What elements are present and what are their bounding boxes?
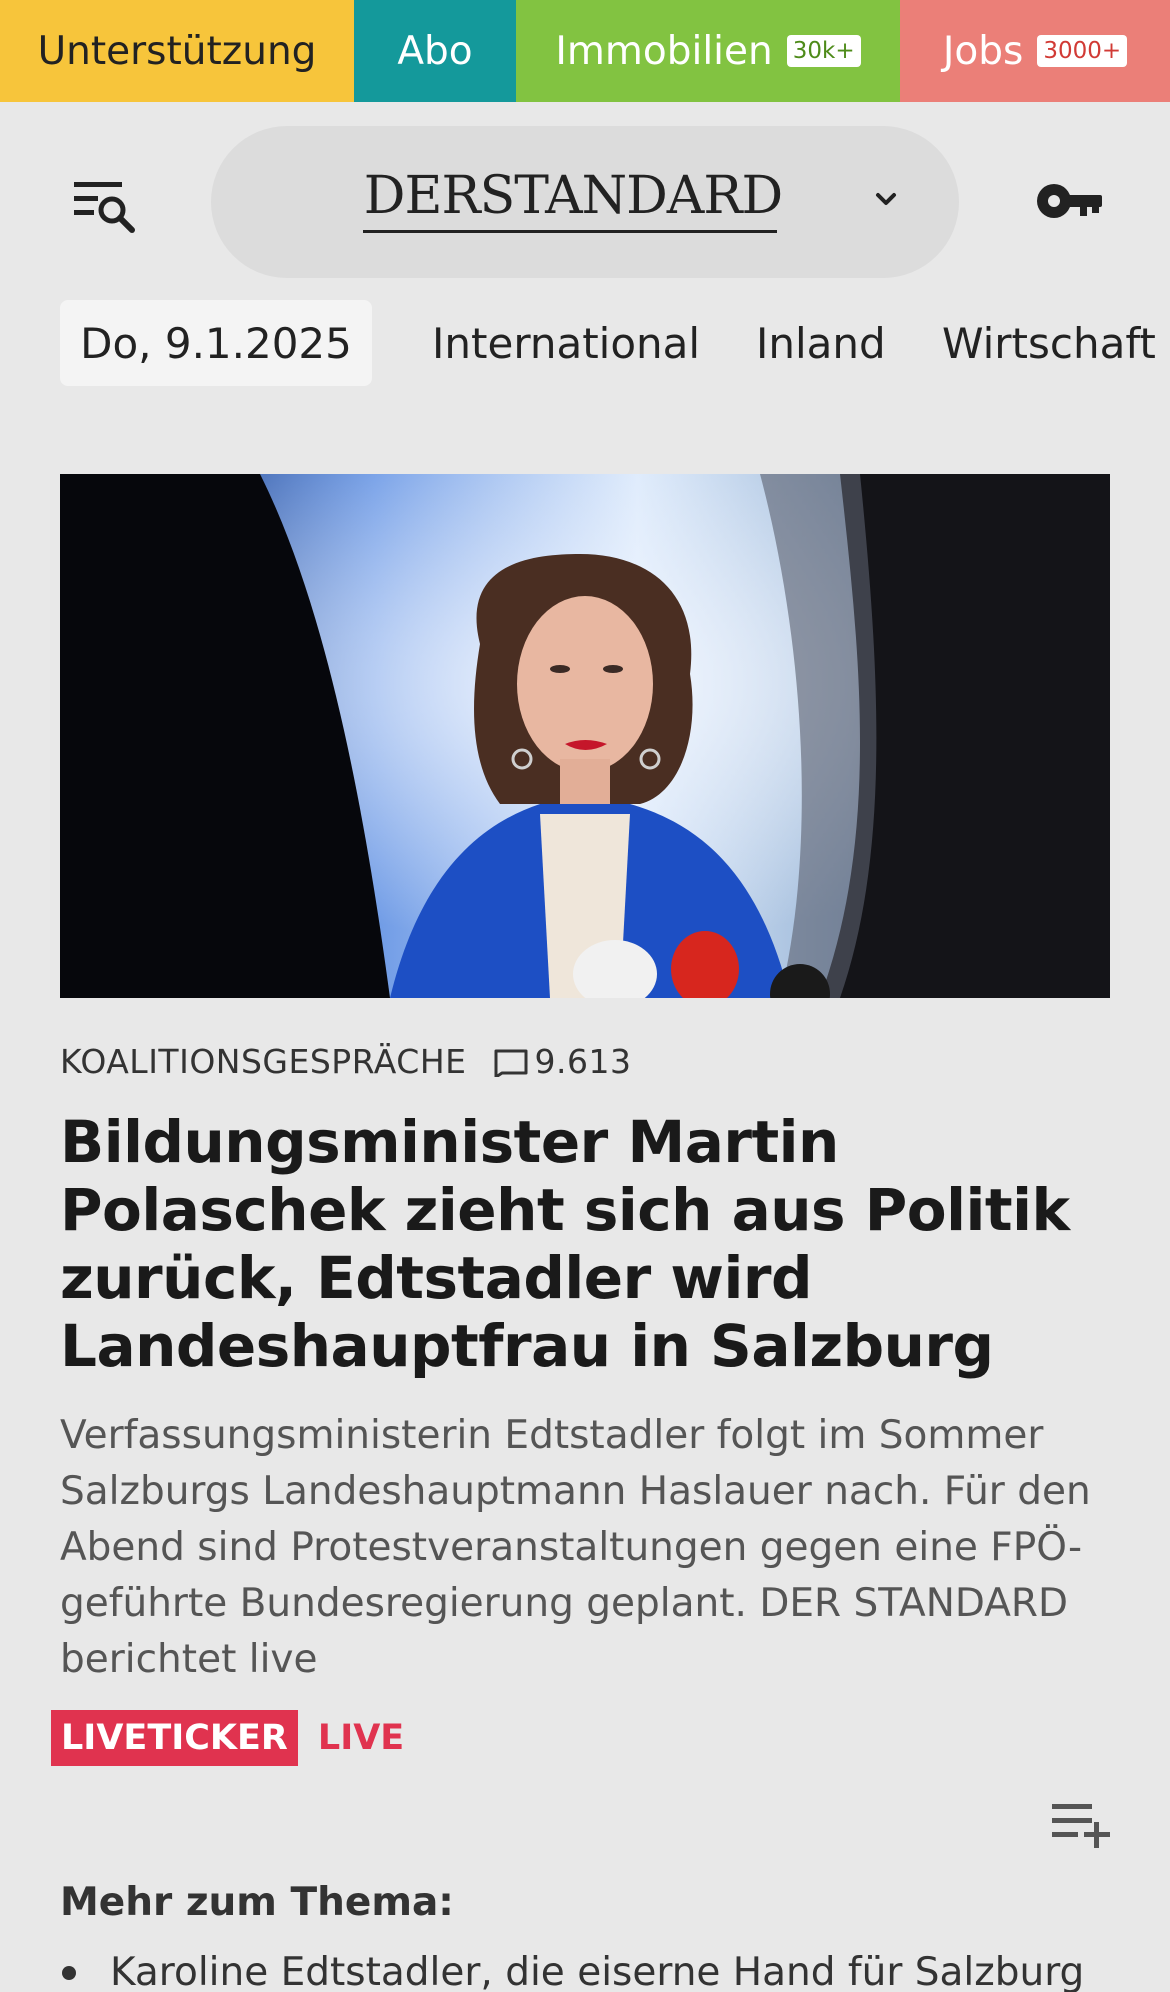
promo-support-label: Unterstützung	[37, 28, 317, 74]
article-photo	[60, 474, 1110, 998]
promo-immobilien-link[interactable]: Immobilien 30k+	[516, 0, 900, 102]
promo-immobilien-label: Immobilien	[555, 28, 773, 74]
article-headline[interactable]: Bildungsminister Martin Polaschek zieht …	[60, 1108, 1120, 1380]
chevron-down-icon	[876, 193, 896, 205]
add-to-list-button[interactable]	[1050, 1800, 1112, 1848]
article-image[interactable]	[60, 474, 1110, 998]
nav-inland[interactable]: Inland	[756, 300, 886, 386]
comment-count[interactable]: 9.613	[534, 1042, 631, 1081]
promo-support-link[interactable]: Unterstützung	[0, 0, 354, 102]
bullet-icon	[62, 1965, 76, 1980]
promo-jobs-link[interactable]: Jobs 3000+	[900, 0, 1170, 102]
login-button[interactable]	[1034, 178, 1106, 224]
section-nav: Do, 9.1.2025 International Inland Wirtsc…	[0, 300, 1170, 388]
nav-international[interactable]: International	[432, 300, 700, 386]
more-topic-heading: Mehr zum Thema:	[60, 1880, 454, 1925]
promo-bar: Unterstützung Abo Immobilien 30k+ Jobs 3…	[0, 0, 1170, 102]
current-date: Do, 9.1.2025	[60, 300, 372, 386]
playlist-add-icon	[1052, 1804, 1110, 1848]
menu-search-button[interactable]	[70, 178, 140, 238]
list-item[interactable]: Karoline Edtstadler, die eiserne Hand fü…	[60, 1950, 1160, 1992]
immobilien-count-badge: 30k+	[786, 35, 861, 67]
live-badges: LIVETICKER LIVE	[51, 1710, 404, 1766]
key-icon	[1037, 184, 1102, 218]
logo-switcher[interactable]: DERSTANDARD	[211, 126, 959, 278]
menu-search-icon	[74, 182, 135, 233]
logo-underline	[363, 230, 777, 233]
article-kicker: KOALITIONSGESPRÄCHE 9.613	[60, 1042, 631, 1081]
promo-abo-label: Abo	[397, 28, 473, 74]
site-logo: DERSTANDARD	[363, 166, 783, 226]
live-label: LIVE	[317, 1718, 405, 1758]
article-teaser: Verfassungsministerin Edtstadler folgt i…	[60, 1413, 1091, 1682]
jobs-count-badge: 3000+	[1037, 35, 1128, 67]
liveticker-badge: LIVETICKER	[51, 1710, 298, 1766]
list-item-label: Karoline Edtstadler, die eiserne Hand fü…	[110, 1950, 1085, 1992]
site-header: DERSTANDARD	[0, 102, 1170, 292]
nav-wirtschaft[interactable]: Wirtschaft	[942, 300, 1156, 386]
more-topic-list: Karoline Edtstadler, die eiserne Hand fü…	[60, 1950, 1160, 1992]
comment-icon	[494, 1049, 528, 1077]
kicker-label: KOALITIONSGESPRÄCHE	[60, 1042, 467, 1081]
promo-jobs-label: Jobs	[942, 28, 1024, 74]
promo-abo-link[interactable]: Abo	[354, 0, 516, 102]
